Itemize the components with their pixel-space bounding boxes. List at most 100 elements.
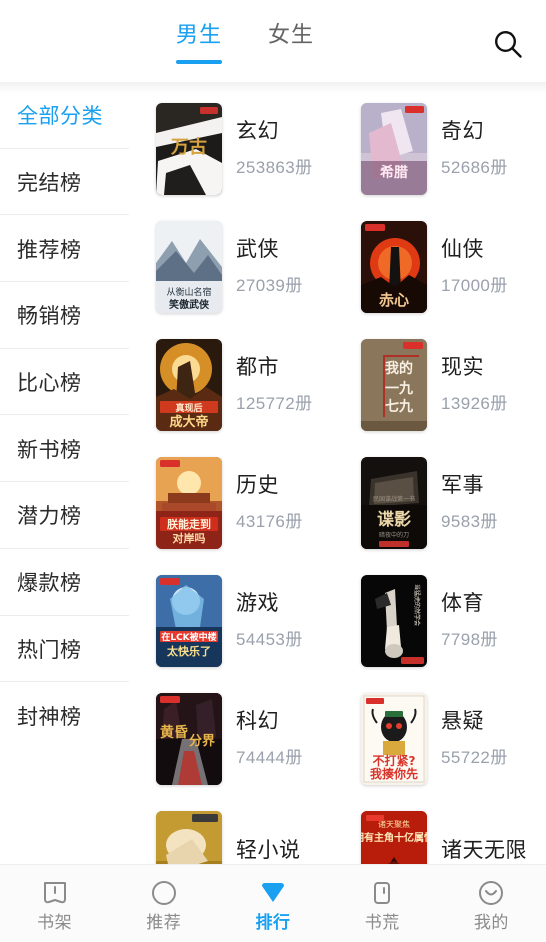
category-count: 74444册 [236, 748, 303, 767]
category-count: 27039册 [236, 276, 303, 295]
sidebar-item-hotsale[interactable]: 爆款榜 [0, 548, 136, 616]
sidebar-label: 比心榜 [17, 372, 82, 396]
category-title: 玄幻 [236, 120, 279, 143]
sidebar-label: 全部分类 [17, 105, 103, 129]
nav-item-bookhunt[interactable]: 书荒 [328, 865, 437, 942]
book-cover-image: 从衡山名宿 笑傲武侠 [156, 221, 222, 313]
sidebar-label: 热门榜 [17, 638, 82, 662]
sidebar-item-recommend[interactable]: 推荐榜 [0, 215, 136, 283]
book-cover-image: 我的 一九 七九 [361, 339, 427, 431]
category-title: 诸天无限 [441, 839, 527, 862]
category-count: 55722册 [441, 748, 508, 767]
search-button[interactable] [486, 22, 530, 66]
category-title: 悬疑 [441, 710, 484, 733]
sidebar-item-all-categories[interactable]: 全部分类 [0, 82, 136, 149]
sidebar-item-new-books[interactable]: 新书榜 [0, 415, 136, 483]
diamond-icon [262, 883, 284, 902]
category-title: 科幻 [236, 710, 279, 733]
nav-label: 推荐 [146, 913, 182, 932]
category-title: 军事 [441, 474, 484, 497]
svg-text:分界: 分界 [189, 733, 215, 749]
category-sidebar[interactable]: 全部分类 完结榜 推荐榜 畅销榜 比心榜 新书榜 潜力榜 爆款榜 热门榜 封神榜 [0, 82, 136, 864]
sidebar-item-potential[interactable]: 潜力榜 [0, 482, 136, 549]
sidebar-label: 完结榜 [17, 172, 82, 196]
category-cell[interactable]: 诸天聚焦 拥有主角十亿属性 诸天无限 [341, 798, 546, 864]
nav-item-bookshelf[interactable]: 书架 [0, 865, 109, 942]
nav-item-ranking[interactable]: 排行 [218, 865, 327, 942]
category-cell[interactable]: 我的 一九 七九 现实 13926册 [341, 326, 546, 444]
tab-active-underline [176, 60, 222, 64]
nav-label: 排行 [255, 913, 291, 932]
nav-item-recommend[interactable]: 推荐 [109, 865, 218, 942]
category-cell[interactable]: 不打紧? 我揍你先 悬疑 55722册 [341, 680, 546, 798]
category-count: 7798册 [441, 630, 498, 649]
svg-text:黄昏: 黄昏 [160, 724, 188, 741]
category-cell[interactable]: 希腊 奇幻 52686册 [341, 90, 546, 208]
category-grid[interactable]: 万古 玄幻 253863册 希腊 奇幻 52686册 从衡山名宿 笑傲武侠 武侠… [136, 82, 546, 864]
category-count: 43176册 [236, 512, 303, 531]
sidebar-item-popular[interactable]: 热门榜 [0, 615, 136, 683]
gender-tabs: 男生 女生 [172, 20, 318, 64]
category-count: 253863册 [236, 158, 313, 177]
sidebar-label: 新书榜 [17, 438, 82, 462]
nav-item-mine[interactable]: 我的 [437, 865, 546, 942]
svg-text:真现后: 真现后 [175, 402, 202, 414]
book-cover-image: 不打紧? 我揍你先 [361, 693, 427, 785]
bookshelf-icon [43, 882, 66, 904]
book-single-icon [374, 882, 391, 904]
header: 男生 女生 [0, 0, 546, 82]
category-cell[interactable]: 赤心 仙侠 17000册 [341, 208, 546, 326]
sidebar-item-legend[interactable]: 封神榜 [0, 682, 136, 749]
tab-male[interactable]: 男生 [172, 20, 226, 64]
tab-male-label: 男生 [176, 22, 223, 47]
category-cell[interactable]: 在LCK被中楼 太快乐了 游戏 54453册 [136, 562, 341, 680]
svg-text:民国谍战第一书: 民国谍战第一书 [373, 495, 415, 503]
category-cell[interactable]: 民国谍战第一书 谍影 暗夜中的刀 军事 9583册 [341, 444, 546, 562]
book-cover-image: 当猛虎的然学会 [361, 575, 427, 667]
book-cover-image: 真现后 成大帝 [156, 339, 222, 431]
svg-text:对岸吗: 对岸吗 [173, 531, 206, 545]
svg-text:我揍你先: 我揍你先 [370, 766, 418, 781]
sidebar-item-favorite[interactable]: 比心榜 [0, 348, 136, 416]
category-title: 体育 [441, 592, 484, 615]
sidebar-label: 畅销榜 [17, 305, 82, 329]
svg-text:当猛虎的然学会: 当猛虎的然学会 [413, 584, 421, 626]
category-title: 奇幻 [441, 120, 484, 143]
svg-text:谍影: 谍影 [377, 510, 411, 530]
category-count: 52686册 [441, 158, 508, 177]
sidebar-item-completed[interactable]: 完结榜 [0, 148, 136, 216]
category-cell[interactable]: 从衡山名宿 笑傲武侠 武侠 27039册 [136, 208, 341, 326]
category-title: 武侠 [236, 238, 279, 261]
svg-text:一九: 一九 [385, 381, 413, 397]
category-count: 54453册 [236, 630, 303, 649]
category-cell[interactable]: 黄昏 分界 科幻 74444册 [136, 680, 341, 798]
svg-text:太快乐了: 太快乐了 [166, 644, 211, 658]
svg-text:我的: 我的 [385, 360, 413, 377]
book-cover-image: 希腊 [361, 103, 427, 195]
svg-text:拥有主角十亿属性: 拥有主角十亿属性 [361, 831, 427, 844]
svg-text:成大帝: 成大帝 [169, 414, 208, 430]
category-count: 9583册 [441, 512, 498, 531]
book-cover-image: 万古 [156, 103, 222, 195]
sidebar-item-bestseller[interactable]: 畅销榜 [0, 282, 136, 349]
category-cell[interactable]: 真现后 成大帝 都市 125772册 [136, 326, 341, 444]
svg-text:从衡山名宿: 从衡山名宿 [166, 286, 211, 298]
category-title: 游戏 [236, 592, 279, 615]
nav-label: 我的 [473, 913, 509, 932]
svg-text:万古: 万古 [170, 136, 207, 158]
sidebar-label: 潜力榜 [17, 505, 82, 529]
category-count: 13926册 [441, 394, 508, 413]
category-title: 都市 [236, 356, 279, 379]
app-root: 男生 女生 全部分类 完结榜 推荐榜 畅销榜 比心榜 新书榜 潜力榜 爆款榜 热… [0, 0, 546, 942]
category-cell[interactable]: 万古 玄幻 253863册 [136, 90, 341, 208]
svg-text:朕能走到: 朕能走到 [167, 517, 211, 531]
category-cell[interactable]: 红楼 轻小说 [136, 798, 341, 864]
category-count: 17000册 [441, 276, 508, 295]
book-cover-image: 朕能走到 对岸吗 [156, 457, 222, 549]
book-cover-image: 黄昏 分界 [156, 693, 222, 785]
category-cell[interactable]: 朕能走到 对岸吗 历史 43176册 [136, 444, 341, 562]
bottom-navigation: 书架 推荐 排行 书荒 我的 [0, 864, 546, 942]
category-cell[interactable]: 当猛虎的然学会 体育 7798册 [341, 562, 546, 680]
tab-female[interactable]: 女生 [264, 20, 318, 64]
content-area: 全部分类 完结榜 推荐榜 畅销榜 比心榜 新书榜 潜力榜 爆款榜 热门榜 封神榜 [0, 82, 546, 864]
